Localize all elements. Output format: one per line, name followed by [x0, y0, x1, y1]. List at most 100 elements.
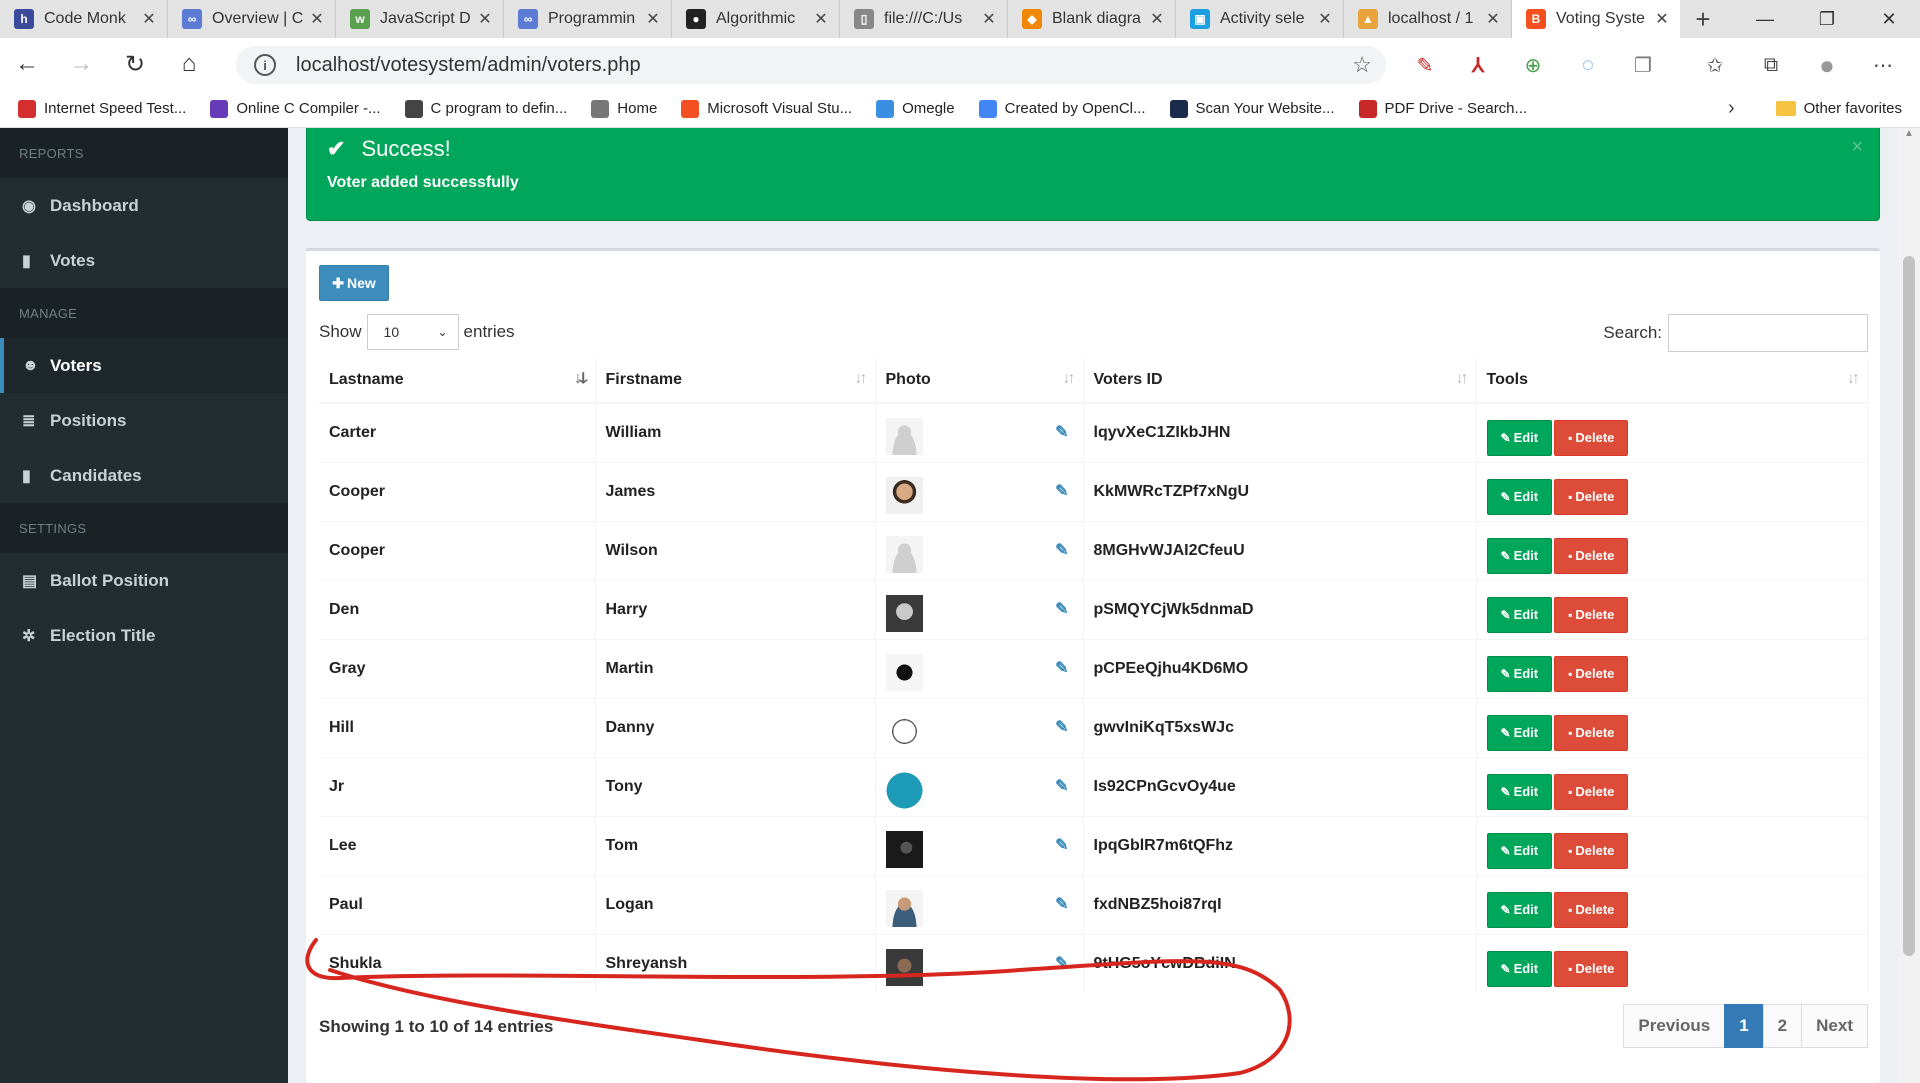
delete-button[interactable]: ▪ Delete [1554, 655, 1629, 692]
delete-button[interactable]: ▪ Delete [1554, 419, 1629, 456]
collections-extension-icon[interactable]: ❐ [1628, 50, 1658, 80]
minimize-icon[interactable]: — [1734, 0, 1796, 38]
add-extension-icon[interactable]: ⊕ [1518, 50, 1548, 80]
edit-photo-icon[interactable]: ✎ [1055, 422, 1068, 442]
bookmark-item[interactable]: C program to defin... [404, 99, 567, 118]
extension-icon[interactable]: ✎ [1410, 50, 1440, 80]
column-header-photo[interactable]: Photo ↓↑ [875, 357, 1084, 404]
pagination-next[interactable]: Next [1801, 1004, 1868, 1048]
skype-extension-icon[interactable]: ◌ [1573, 50, 1603, 80]
new-voter-button[interactable]: ✚ New [319, 265, 389, 301]
page-scrollbar[interactable]: ▲ [1898, 128, 1920, 1083]
browser-tab[interactable]: ∞ Overview | C ✕ [168, 0, 336, 38]
edit-button[interactable]: ✎ Edit [1486, 832, 1553, 869]
pagination-previous[interactable]: Previous [1623, 1004, 1726, 1048]
edit-button[interactable]: ✎ Edit [1486, 478, 1553, 515]
browser-tab[interactable]: ▲ localhost / 1 ✕ [1344, 0, 1512, 38]
bookmark-item[interactable]: Omegle [876, 99, 955, 118]
site-info-icon[interactable]: i [254, 54, 276, 76]
address-bar[interactable]: i localhost/votesystem/admin/voters.php … [236, 46, 1386, 84]
column-header-voters-id[interactable]: Voters ID ↓↑ [1083, 357, 1477, 404]
sidebar-item-positions[interactable]: ≣ Positions [0, 393, 288, 448]
sidebar-item-votes[interactable]: ▮ Votes [0, 233, 288, 288]
edit-button[interactable]: ✎ Edit [1486, 537, 1553, 574]
close-tab-icon[interactable]: ✕ [309, 9, 325, 29]
bookmark-item[interactable]: Home [591, 99, 657, 118]
bookmark-item[interactable]: Scan Your Website... [1169, 99, 1335, 118]
delete-button[interactable]: ▪ Delete [1554, 478, 1629, 515]
forward-icon[interactable]: → [54, 38, 108, 90]
edit-button[interactable]: ✎ Edit [1486, 596, 1553, 633]
edit-photo-icon[interactable]: ✎ [1055, 717, 1068, 737]
restore-icon[interactable]: ❐ [1796, 0, 1858, 38]
pagination-2[interactable]: 2 [1762, 1004, 1803, 1048]
browser-tab[interactable]: ▣ Activity sele ✕ [1176, 0, 1344, 38]
sidebar-item-election-title[interactable]: ✲ Election Title [0, 608, 288, 663]
edit-photo-icon[interactable]: ✎ [1055, 835, 1068, 855]
close-tab-icon[interactable]: ✕ [477, 9, 493, 29]
page-length-select[interactable]: 10 ⌄ [366, 314, 459, 350]
close-tab-icon[interactable]: ✕ [141, 9, 157, 29]
browser-tab[interactable]: ● Algorithmic ✕ [672, 0, 840, 38]
edit-photo-icon[interactable]: ✎ [1055, 540, 1068, 560]
delete-button[interactable]: ▪ Delete [1554, 950, 1629, 987]
edit-button[interactable]: ✎ Edit [1486, 655, 1553, 692]
edit-photo-icon[interactable]: ✎ [1055, 894, 1068, 914]
back-icon[interactable]: ← [0, 38, 54, 90]
favorites-icon[interactable]: ✩ [1700, 50, 1730, 80]
edit-button[interactable]: ✎ Edit [1486, 419, 1553, 456]
browser-tab[interactable]: ◆ Blank diagra ✕ [1008, 0, 1176, 38]
close-window-icon[interactable]: ✕ [1858, 0, 1920, 38]
delete-button[interactable]: ▪ Delete [1554, 714, 1629, 751]
browser-tab[interactable]: ∞ Programmin ✕ [504, 0, 672, 38]
browser-tab[interactable]: h Code Monk ✕ [0, 0, 168, 38]
edit-button[interactable]: ✎ Edit [1486, 773, 1553, 810]
edit-photo-icon[interactable]: ✎ [1055, 658, 1068, 678]
bookmark-item[interactable]: Created by OpenCl... [978, 99, 1146, 118]
profile-avatar-icon[interactable]: ● [1812, 50, 1842, 80]
close-tab-icon[interactable]: ✕ [1149, 9, 1165, 29]
column-header-firstname[interactable]: Firstname ↓↑ [595, 357, 876, 404]
pdf-extension-icon[interactable]: ⅄ [1463, 50, 1493, 80]
edit-photo-icon[interactable]: ✎ [1055, 776, 1068, 796]
close-tab-icon[interactable]: ✕ [1317, 9, 1333, 29]
edit-button[interactable]: ✎ Edit [1486, 950, 1553, 987]
delete-button[interactable]: ▪ Delete [1554, 596, 1629, 633]
edit-photo-icon[interactable]: ✎ [1055, 599, 1068, 619]
sidebar-item-candidates[interactable]: ▮ Candidates [0, 448, 288, 503]
chevron-right-icon[interactable]: › [1728, 97, 1735, 120]
pagination-1[interactable]: 1 [1724, 1004, 1764, 1048]
scroll-up-icon[interactable]: ▲ [1898, 128, 1920, 148]
bookmark-item[interactable]: PDF Drive - Search... [1358, 99, 1527, 118]
edit-button[interactable]: ✎ Edit [1486, 891, 1553, 928]
edit-photo-icon[interactable]: ✎ [1055, 481, 1068, 501]
new-tab-icon[interactable]: + [1680, 0, 1726, 38]
delete-button[interactable]: ▪ Delete [1554, 891, 1629, 928]
column-header-tools[interactable]: Tools ↓↑ [1476, 357, 1868, 404]
delete-button[interactable]: ▪ Delete [1554, 773, 1629, 810]
browser-tab[interactable]: ▯ file:///C:/Us ✕ [840, 0, 1008, 38]
bookmark-item[interactable]: Internet Speed Test... [18, 99, 186, 118]
edit-button[interactable]: ✎ Edit [1486, 714, 1553, 751]
favorite-star-icon[interactable]: ☆ [1352, 52, 1372, 78]
browser-tab[interactable]: B Voting Syste ✕ [1512, 0, 1680, 38]
close-tab-icon[interactable]: ✕ [981, 9, 997, 29]
edit-photo-icon[interactable]: ✎ [1055, 953, 1068, 973]
close-tab-icon[interactable]: ✕ [1485, 9, 1501, 29]
more-menu-icon[interactable]: ⋯ [1868, 50, 1898, 80]
search-input[interactable] [1668, 314, 1868, 352]
home-icon[interactable]: ⌂ [162, 38, 216, 90]
bookmark-item[interactable]: Online C Compiler -... [210, 99, 381, 118]
sidebar-item-voters[interactable]: ☻ Voters [0, 338, 288, 393]
collections-icon[interactable]: ⧉ [1756, 50, 1786, 80]
scrollbar-thumb[interactable] [1903, 256, 1915, 956]
delete-button[interactable]: ▪ Delete [1554, 537, 1629, 574]
close-icon[interactable]: × [1851, 136, 1863, 159]
close-tab-icon[interactable]: ✕ [645, 9, 661, 29]
delete-button[interactable]: ▪ Delete [1554, 832, 1629, 869]
refresh-icon[interactable]: ↻ [108, 38, 162, 90]
other-favorites[interactable]: Other favorites [1775, 100, 1902, 117]
bookmark-item[interactable]: Microsoft Visual Stu... [681, 99, 852, 118]
browser-tab[interactable]: w JavaScript D ✕ [336, 0, 504, 38]
close-tab-icon[interactable]: ✕ [1654, 9, 1670, 29]
